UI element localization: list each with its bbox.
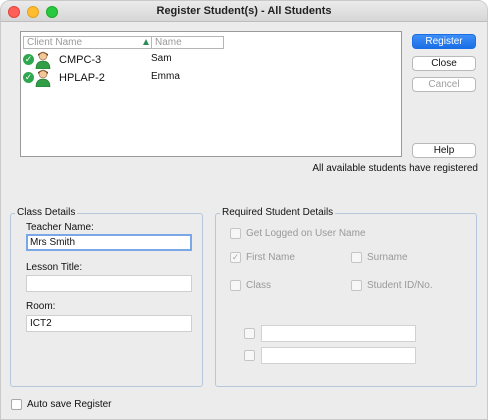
title-bar: Register Student(s) - All Students [1,1,487,22]
get-logged-user-label: Get Logged on User Name [246,228,366,239]
student-id-label: Student ID/No. [367,280,433,291]
get-logged-user-checkbox[interactable] [230,228,241,239]
client-name: HPLAP-2 [59,72,105,84]
status-text: All available students have registered [312,163,478,174]
class-details-group: Class Details Teacher Name: Mrs Smith Le… [10,207,203,387]
teacher-name-label: Teacher Name: [26,222,94,233]
custom-field-1-checkbox[interactable] [244,328,255,339]
register-button[interactable]: Register [412,34,476,49]
window-title: Register Student(s) - All Students [156,5,332,17]
list-item[interactable]: ✓ HPLAP-2 Emma [21,69,401,87]
first-name-option[interactable]: ✓ First Name [230,252,295,263]
custom-field-1-option[interactable] [244,328,260,339]
client-list[interactable]: Client Name Name ✓ CMPC-3 Sam ✓ HPLAP-2 [20,31,402,157]
sort-ascending-icon [143,39,149,45]
cancel-button[interactable]: Cancel [412,77,476,92]
get-logged-user-option[interactable]: Get Logged on User Name [230,228,366,239]
class-option[interactable]: Class [230,280,271,291]
class-label: Class [246,280,272,291]
student-avatar-icon [35,51,51,69]
auto-save-checkbox[interactable] [11,399,22,410]
room-label: Room: [26,301,56,312]
surname-checkbox[interactable] [351,252,362,263]
registered-check-icon: ✓ [23,72,34,83]
column-header-client-name[interactable]: Client Name [23,36,152,49]
custom-field-2-input[interactable] [261,347,416,364]
list-item[interactable]: ✓ CMPC-3 Sam [21,51,401,69]
auto-save-label: Auto save Register [27,399,112,410]
first-name-checkbox[interactable]: ✓ [230,252,241,263]
client-name: CMPC-3 [59,54,102,66]
student-name: Sam [151,53,172,64]
lesson-title-field[interactable] [26,275,192,292]
student-name: Emma [151,71,180,82]
room-field[interactable]: ICT2 [26,315,192,332]
surname-label: Surname [367,252,408,263]
custom-field-1-input[interactable] [261,325,416,342]
class-checkbox[interactable] [230,280,241,291]
help-button[interactable]: Help [412,143,476,158]
auto-save-option[interactable]: Auto save Register [11,399,112,410]
lesson-title-label: Lesson Title: [26,262,83,273]
column-header-name[interactable]: Name [151,36,224,49]
close-button[interactable]: Close [412,56,476,71]
first-name-label: First Name [246,252,295,263]
surname-option[interactable]: Surname [351,252,408,263]
student-avatar-icon [35,69,51,87]
student-id-checkbox[interactable] [351,280,362,291]
registered-check-icon: ✓ [23,54,34,65]
class-details-legend: Class Details [15,207,78,218]
register-students-window: Register Student(s) - All Students Clien… [0,0,488,420]
teacher-name-field[interactable]: Mrs Smith [26,234,192,251]
column-header-name-label: Name [155,37,182,48]
custom-field-2-checkbox[interactable] [244,350,255,361]
column-header-client-name-label: Client Name [27,37,83,48]
required-details-legend: Required Student Details [220,207,336,218]
custom-field-2-option[interactable] [244,350,260,361]
student-id-option[interactable]: Student ID/No. [351,280,433,291]
